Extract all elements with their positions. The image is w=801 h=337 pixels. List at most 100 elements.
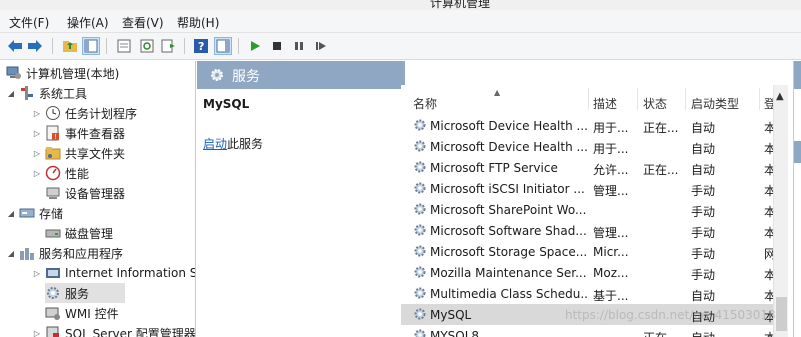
pause-service-icon[interactable] (290, 37, 308, 55)
svg-text:?: ? (198, 40, 204, 53)
column-header-startup[interactable]: 启动类型 (691, 95, 739, 112)
vertical-scrollbar[interactable]: ▲ (773, 85, 788, 337)
services-gear-icon (45, 285, 61, 301)
help-icon[interactable]: ? (192, 37, 210, 55)
tree-item-services[interactable]: 服务 (45, 283, 125, 303)
tree-item-label: 设备管理器 (65, 186, 126, 201)
service-gear-icon (413, 265, 427, 279)
sql-server-icon (45, 325, 61, 337)
service-name-cell: Mozilla Maintenance Ser... (430, 266, 587, 280)
service-row[interactable]: Microsoft Device Health ... 用于... 自动本 (401, 136, 788, 157)
service-row[interactable]: Multimedia Class Schedu... 基于... 自动本 (401, 283, 788, 304)
clock-icon (45, 105, 61, 121)
service-desc-cell: 基于... (593, 289, 629, 303)
shared-folder-icon (45, 145, 61, 161)
tree-item-label: Internet Information S (65, 266, 196, 280)
service-startup-cell: 手动 (691, 205, 716, 219)
tree-item-performance[interactable]: ▷ 性能 (32, 163, 89, 183)
start-service-icon[interactable] (246, 37, 264, 55)
tree-item-label: 服务和应用程序 (39, 246, 124, 261)
service-row[interactable]: MYSQL8正在...自动本 (401, 325, 788, 337)
title-bar: 计算机管理 (0, 0, 801, 10)
stop-service-icon[interactable] (268, 37, 286, 55)
forward-icon[interactable] (26, 37, 44, 55)
tree-item-label: 系统工具 (39, 86, 88, 101)
service-row[interactable]: Microsoft iSCSI Initiator ... 管理... 手动本 (401, 178, 788, 199)
selected-service-name: MySQL (203, 97, 250, 111)
menu-help[interactable]: 帮助(H) (177, 14, 219, 31)
service-name-cell: Microsoft Device Health ... (430, 119, 587, 133)
expanded-arrow-icon[interactable]: ◢ (6, 209, 16, 218)
service-gear-icon (413, 223, 427, 237)
start-service-link-line: 启动此服务 (203, 135, 263, 152)
service-gear-icon (413, 202, 427, 216)
expanded-arrow-icon[interactable]: ◢ (6, 249, 16, 258)
tools-icon (19, 85, 35, 101)
service-desc-cell: 允许... (593, 163, 629, 177)
collapsed-arrow-icon[interactable]: ▷ (32, 109, 42, 118)
restart-service-icon[interactable] (312, 37, 330, 55)
service-gear-icon (413, 307, 427, 321)
event-viewer-icon: ! (45, 125, 61, 141)
tree-item-label: 共享文件夹 (65, 146, 126, 161)
back-icon[interactable] (6, 37, 24, 55)
services-apps-icon (19, 245, 35, 261)
expanded-arrow-icon[interactable]: ◢ (6, 89, 16, 98)
tree-item-storage[interactable]: ◢ 存储 (6, 203, 63, 223)
tree-item-wmi[interactable]: WMI 控件 (45, 303, 119, 323)
service-startup-cell: 手动 (691, 184, 716, 198)
column-header-desc[interactable]: 描述 (593, 95, 617, 112)
properties-icon[interactable] (115, 37, 133, 55)
show-hide-console-tree-icon[interactable] (82, 37, 100, 55)
collapsed-arrow-icon[interactable]: ▷ (32, 329, 42, 337)
service-row[interactable]: Microsoft Software Shad... 管理... 手动本 (401, 220, 788, 241)
service-gear-icon (413, 118, 427, 132)
tree-item-shared-folders[interactable]: ▷ 共享文件夹 (32, 143, 125, 163)
export-list-icon[interactable] (160, 37, 178, 55)
tree-item-services-apps[interactable]: ◢ 服务和应用程序 (6, 243, 123, 263)
column-header-status[interactable]: 状态 (643, 95, 667, 112)
menu-file[interactable]: 文件(F) (9, 14, 49, 31)
service-desc-cell: Micr... (593, 245, 629, 259)
up-folder-icon[interactable] (61, 37, 79, 55)
service-status-cell: 正在... (643, 329, 683, 337)
service-row[interactable]: Microsoft Storage Space... Micr... 手动网 (401, 241, 788, 262)
scroll-thumb[interactable] (776, 297, 787, 331)
svg-text:!: ! (54, 133, 57, 141)
tree-item-iis[interactable]: ▷ Internet Information S (32, 263, 196, 283)
column-header-name[interactable]: 名称 (413, 95, 437, 112)
start-service-link[interactable]: 启动 (203, 137, 227, 151)
service-row[interactable]: Microsoft SharePoint Wo... 手动本 (401, 199, 788, 220)
service-row[interactable]: Mozilla Maintenance Ser... Moz... 手动本 (401, 262, 788, 283)
service-gear-icon (413, 160, 427, 174)
tree-item-disk-management[interactable]: 磁盘管理 (45, 223, 113, 243)
service-name-cell: Microsoft Storage Space... (430, 245, 587, 259)
service-row[interactable]: Microsoft Device Health ... 用于... 正在... 自动本 (401, 115, 788, 136)
collapsed-arrow-icon[interactable]: ▷ (32, 169, 42, 178)
tree-item-sql-server[interactable]: ▷ SQL Server 配置管理器 (32, 323, 196, 337)
services-header: 服务 (197, 61, 405, 89)
services-gear-icon (209, 67, 225, 83)
show-hide-action-pane-icon[interactable] (214, 37, 232, 55)
collapsed-arrow-icon[interactable]: ▷ (32, 149, 42, 158)
service-row[interactable]: Microsoft FTP Service 允许... 正在... 自动本 (401, 157, 788, 178)
service-name-cell: MySQL (430, 308, 472, 322)
service-startup-cell: 自动 (691, 329, 751, 337)
tree-item-label: 事件查看器 (65, 126, 126, 141)
tree-item-device-manager[interactable]: 设备管理器 (45, 183, 125, 203)
refresh-icon[interactable] (138, 37, 156, 55)
collapsed-arrow-icon[interactable]: ▷ (32, 129, 42, 138)
tree-item-system-tools[interactable]: ◢ 系统工具 (6, 83, 87, 103)
tree-item-label: SQL Server 配置管理器 (65, 326, 196, 337)
service-name-cell: Multimedia Class Schedu... (430, 287, 587, 301)
menu-view[interactable]: 查看(V) (122, 14, 164, 31)
tree-item-root[interactable]: 计算机管理(本地) (6, 63, 119, 83)
tree-item-event-viewer[interactable]: ▷ ! 事件查看器 (32, 123, 125, 143)
service-status-cell: 正在... (643, 121, 679, 135)
scroll-up-icon[interactable]: ▲ (776, 91, 784, 102)
tree-item-task-scheduler[interactable]: ▷ 任务计划程序 (32, 103, 137, 123)
actions-pane (793, 61, 801, 337)
menu-action[interactable]: 操作(A) (67, 14, 109, 31)
services-header-title: 服务 (232, 69, 260, 85)
collapsed-arrow-icon[interactable]: ▷ (32, 269, 42, 278)
